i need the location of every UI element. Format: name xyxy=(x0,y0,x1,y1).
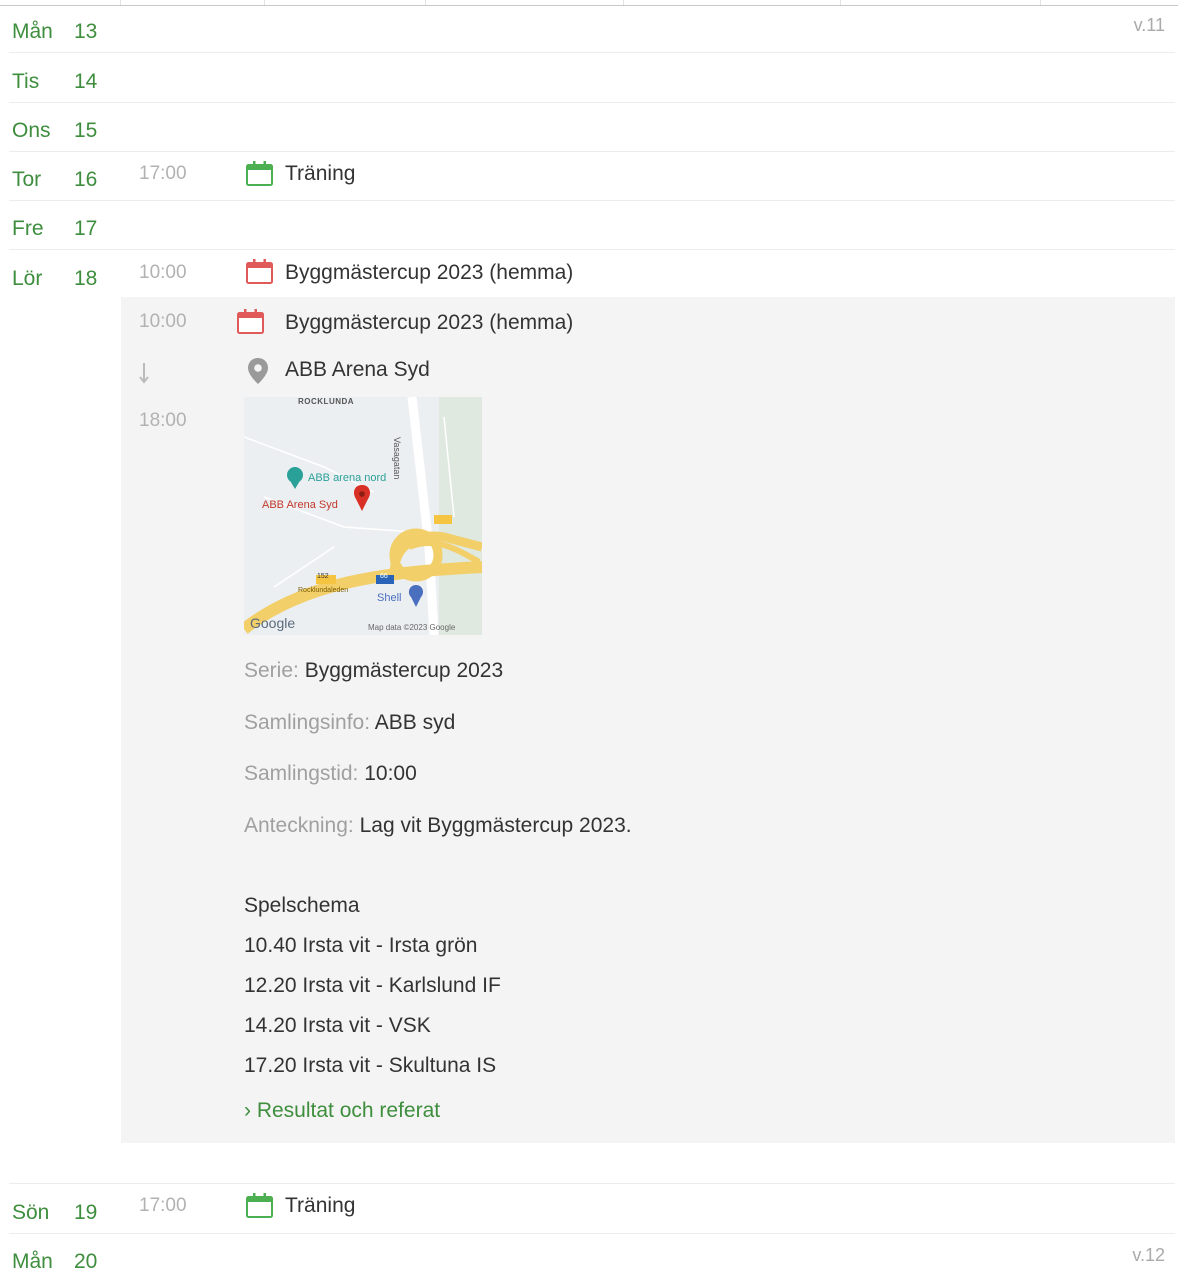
day-date: 18 xyxy=(74,267,98,290)
samlingstid-value: 10:00 xyxy=(364,762,417,785)
map-road-label: Vasagatan xyxy=(392,437,402,480)
training-calendar-icon xyxy=(246,1193,273,1218)
day-row-wed-15: Ons 15 xyxy=(9,102,1175,152)
location-name[interactable]: ABB Arena Syd xyxy=(285,358,430,382)
day-date: 13 xyxy=(74,20,98,43)
schedule-item: 14.20 Irsta vit - VSK xyxy=(244,1014,431,1037)
samlingsinfo-line: Samlingsinfo: ABB syd xyxy=(244,711,455,735)
location-map[interactable]: ROCKLUNDA Vasagatan ABB arena nord ABB A… xyxy=(244,397,482,635)
day-name: Mån xyxy=(12,1250,53,1273)
day-row-thu-16[interactable]: Tor 16 17:00 Träning xyxy=(9,151,1175,201)
anteckning-value: Lag vit Byggmästercup 2023. xyxy=(359,814,632,837)
result-report-link[interactable]: › Resultat och referat xyxy=(244,1099,440,1123)
day-row-sat-18[interactable]: Lör 18 10:00 Byggmästercup 2023 (hemma) xyxy=(9,250,1175,297)
match-calendar-icon xyxy=(237,309,264,334)
day-date: 17 xyxy=(74,217,98,240)
day-date: 19 xyxy=(74,1201,98,1224)
google-logo: Google xyxy=(250,615,296,631)
schedule-item: 17.20 Irsta vit - Skultuna IS xyxy=(244,1054,497,1077)
day-name: Mån xyxy=(12,20,53,43)
map-attribution: Map data ©2023 Google xyxy=(368,623,456,632)
map-poi-label: ABB arena nord xyxy=(308,472,387,484)
detail-start-time: 10:00 xyxy=(139,311,187,332)
day-row-sun-19[interactable]: Sön 19 17:00 Träning xyxy=(9,1183,1175,1234)
location-pin-icon xyxy=(248,358,268,384)
map-street-label: Rocklundaleden xyxy=(298,587,349,594)
samlingsinfo-label: Samlingsinfo: xyxy=(244,711,371,734)
detail-end-time: 18:00 xyxy=(139,410,187,431)
serie-line: Serie: Byggmästercup 2023 xyxy=(244,659,503,683)
serie-value: Byggmästercup 2023 xyxy=(304,659,504,682)
week-number: v.11 xyxy=(1133,15,1165,35)
anteckning-label: Anteckning: xyxy=(244,814,354,837)
map-pin-label: ABB Arena Syd xyxy=(262,499,338,511)
samlingsinfo-value: ABB syd xyxy=(374,711,456,734)
day-name: Ons xyxy=(12,119,51,142)
week-number: v.12 xyxy=(1132,1245,1165,1265)
day-date: 16 xyxy=(74,168,98,191)
day-name: Lör xyxy=(12,267,43,290)
day-name: Sön xyxy=(12,1201,50,1224)
day-date: 14 xyxy=(74,70,98,93)
day-row-tue-14: Tis 14 xyxy=(9,53,1175,103)
samlingstid-label: Samlingstid: xyxy=(244,762,359,785)
training-calendar-icon xyxy=(246,161,273,186)
event-title[interactable]: Byggmästercup 2023 (hemma) xyxy=(285,261,573,285)
arrow-down-icon xyxy=(139,363,149,384)
match-calendar-icon xyxy=(246,259,273,284)
anteckning-line: Anteckning: Lag vit Byggmästercup 2023. xyxy=(244,814,632,838)
map-route-number: 152 xyxy=(317,573,329,580)
day-name: Fre xyxy=(12,217,44,240)
event-title[interactable]: Träning xyxy=(285,162,355,186)
event-time: 10:00 xyxy=(139,262,187,283)
map-route-number-2: 66 xyxy=(380,573,388,580)
map-area-label: ROCKLUNDA xyxy=(298,397,355,406)
day-row-mon-20: Mån 20 v.12 xyxy=(9,1233,1175,1282)
day-name: Tor xyxy=(12,168,42,191)
day-date: 15 xyxy=(74,119,98,142)
day-row-mon-13: Mån 13 v.11 xyxy=(9,3,1175,53)
serie-label: Serie: xyxy=(244,659,299,682)
day-row-fri-17: Fre 17 xyxy=(9,200,1175,250)
schedule-item: 10.40 Irsta vit - Irsta grön xyxy=(244,934,478,957)
detail-title: Byggmästercup 2023 (hemma) xyxy=(285,311,574,334)
map-shop-label: Shell xyxy=(377,592,402,604)
event-time: 17:00 xyxy=(139,163,187,184)
event-title[interactable]: Träning xyxy=(285,1194,355,1218)
day-name: Tis xyxy=(12,70,40,93)
schedule-heading: Spelschema xyxy=(244,894,360,917)
schedule-item: 12.20 Irsta vit - Karlslund IF xyxy=(244,974,501,997)
event-time: 17:00 xyxy=(139,1195,187,1216)
samlingstid-line: Samlingstid: 10:00 xyxy=(244,762,417,786)
day-date: 20 xyxy=(74,1250,98,1273)
